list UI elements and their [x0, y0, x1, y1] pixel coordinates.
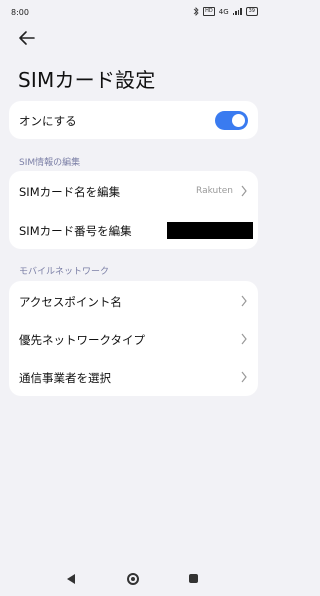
arrow-left-icon [19, 31, 35, 45]
battery-indicator: 39 [245, 7, 258, 16]
chevron-right-icon [241, 333, 247, 345]
sim-info-card: SIMカード名を編集 Rakuten SIMカード番号を編集 [9, 171, 258, 249]
chevron-right-icon [241, 185, 247, 197]
enable-sim-row[interactable]: オンにする [9, 101, 258, 139]
toggle-knob [232, 114, 245, 127]
nav-recents-icon[interactable] [189, 574, 198, 583]
access-point-name-row[interactable]: アクセスポイント名 [9, 282, 258, 320]
signal-icon [232, 8, 242, 15]
network-type: 4G [218, 7, 229, 16]
system-navigation-bar [0, 560, 268, 596]
nav-back-icon[interactable] [67, 574, 75, 584]
chevron-right-icon [241, 371, 247, 383]
preferred-network-type-label: 優先ネットワークタイプ [19, 333, 146, 347]
edit-sim-name-row[interactable]: SIMカード名を編集 Rakuten [9, 172, 258, 210]
chevron-right-icon [241, 295, 247, 307]
edit-sim-number-label: SIMカード番号を編集 [19, 224, 132, 238]
bluetooth-icon [193, 7, 199, 16]
sim-name-value: Rakuten [196, 186, 233, 196]
access-point-name-label: アクセスポイント名 [19, 295, 122, 309]
enable-card: オンにする [9, 101, 258, 139]
enable-sim-label: オンにする [19, 114, 77, 128]
nav-home-icon[interactable] [127, 573, 139, 585]
edit-sim-number-row[interactable]: SIMカード番号を編集 [9, 211, 258, 249]
select-carrier-label: 通信事業者を選択 [19, 371, 111, 385]
mobile-network-card: アクセスポイント名 優先ネットワークタイプ 通信事業者を選択 [9, 281, 258, 396]
preferred-network-type-row[interactable]: 優先ネットワークタイプ [9, 320, 258, 358]
sim-badge: HD [203, 7, 215, 16]
status-time: 8:00 [11, 8, 29, 17]
select-carrier-row[interactable]: 通信事業者を選択 [9, 358, 258, 396]
status-bar: 8:00 HD 4G 39 [0, 0, 268, 24]
edit-sim-name-label: SIMカード名を編集 [19, 185, 121, 199]
section-heading-mobile-network: モバイルネットワーク [19, 267, 110, 277]
status-icons: HD 4G 39 [193, 7, 258, 16]
page-title: SIMカード設定 [18, 68, 156, 92]
redacted-sim-number [167, 222, 253, 239]
enable-sim-toggle[interactable] [215, 111, 248, 130]
back-button[interactable] [16, 29, 38, 47]
section-heading-sim-info: SIM情報の編集 [19, 158, 81, 168]
